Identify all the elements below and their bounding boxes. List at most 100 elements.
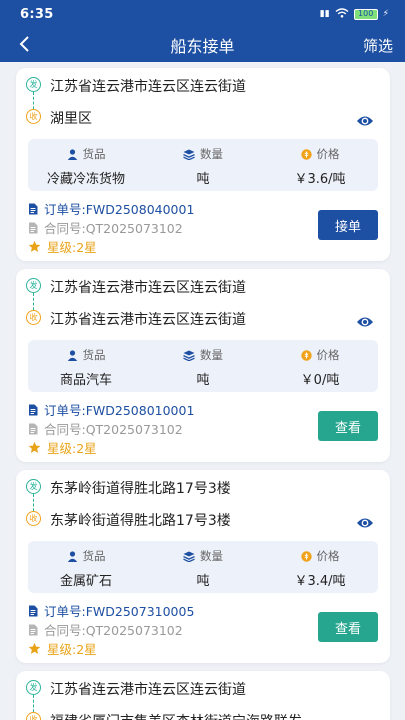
quantity-value: 吨 bbox=[196, 373, 210, 388]
price-column: 价格 ￥0/吨 bbox=[262, 340, 378, 392]
origin-badge: 发 bbox=[26, 680, 41, 695]
destination-address: 福建省厦门市集美区杏林街道宁海路联发 bbox=[50, 711, 302, 720]
origin-address: 江苏省连云港市连云区连云街道 bbox=[50, 682, 246, 698]
nav-bar: 船东接单 筛选 bbox=[0, 28, 405, 62]
goods-label: 货品 bbox=[82, 549, 106, 563]
view-order-button[interactable]: 查看 bbox=[318, 411, 378, 441]
status-time: 6:35 bbox=[20, 6, 54, 22]
cargo-info: 货品 冷藏冷冻货物 数量 吨 价格 ￥3.6/吨 bbox=[28, 139, 378, 191]
back-button[interactable] bbox=[12, 32, 36, 56]
origin-badge: 发 bbox=[26, 77, 41, 92]
price-label: 价格 bbox=[316, 348, 340, 362]
eye-icon[interactable] bbox=[356, 315, 374, 329]
price-value: ￥0/吨 bbox=[300, 373, 340, 388]
destination-badge: 收 bbox=[26, 511, 41, 526]
battery-icon: 100 bbox=[353, 8, 378, 20]
star-icon bbox=[28, 441, 41, 453]
layers-icon bbox=[183, 149, 195, 160]
destination-address: 江苏省连云港市连云区连云街道 bbox=[50, 312, 246, 328]
cargo-info: 货品 金属矿石 数量 吨 价格 ￥3.4/吨 bbox=[28, 541, 378, 593]
goods-label: 货品 bbox=[82, 348, 106, 362]
order-number-row: 订单号:FWD2508010001 bbox=[28, 400, 194, 419]
contract-number: 合同号:QT2025073102 bbox=[44, 221, 183, 236]
person-icon bbox=[67, 148, 77, 160]
signal-icon: ▮▮ bbox=[319, 9, 330, 19]
origin-address: 东茅岭街道得胜北路17号3楼 bbox=[50, 481, 231, 497]
contract-number-row: 合同号:QT2025073102 bbox=[28, 419, 183, 438]
price-column: 价格 ￥3.6/吨 bbox=[262, 139, 378, 191]
document-icon bbox=[29, 203, 38, 214]
view-order-button[interactable]: 查看 bbox=[318, 612, 378, 642]
goods-column: 货品 冷藏冷冻货物 bbox=[28, 139, 144, 191]
contract-number-row: 合同号:QT2025073102 bbox=[28, 218, 183, 237]
price-label: 价格 bbox=[316, 549, 340, 563]
contract-number: 合同号:QT2025073102 bbox=[44, 422, 183, 437]
order-number: 订单号:FWD2508010001 bbox=[44, 403, 195, 418]
price-label: 价格 bbox=[316, 147, 340, 161]
order-card[interactable]: 发 江苏省连云港市连云区连云街道 收 湖里区 货品 冷藏冷冻货物 数量 吨 价格… bbox=[16, 68, 390, 261]
status-indicators: ▮▮ 100 ⚡ bbox=[319, 7, 389, 21]
app-header: 6:35 ▮▮ 100 ⚡ 船东接单 筛选 bbox=[0, 0, 405, 62]
order-list[interactable]: 发 江苏省连云港市连云区连云街道 收 湖里区 货品 冷藏冷冻货物 数量 吨 价格… bbox=[0, 62, 405, 720]
status-bar: 6:35 ▮▮ 100 ⚡ bbox=[0, 0, 405, 28]
filter-button[interactable]: 筛选 bbox=[363, 35, 393, 56]
rating-row: 星级:2星 bbox=[28, 438, 97, 457]
order-card[interactable]: 发 江苏省连云港市连云区连云街道 收 江苏省连云港市连云区连云街道 货品 商品汽… bbox=[16, 269, 390, 462]
quantity-column: 数量 吨 bbox=[145, 139, 261, 191]
quantity-label: 数量 bbox=[200, 549, 223, 563]
destination-address: 东茅岭街道得胜北路17号3楼 bbox=[50, 513, 231, 529]
page-title: 船东接单 bbox=[170, 37, 235, 56]
destination-badge: 收 bbox=[26, 109, 41, 124]
destination-address: 湖里区 bbox=[50, 111, 92, 127]
quantity-value: 吨 bbox=[196, 574, 210, 589]
person-icon bbox=[67, 349, 77, 361]
document-icon bbox=[29, 423, 38, 434]
order-card[interactable]: 发 江苏省连云港市连云区连云街道 收 福建省厦门市集美区杏林街道宁海路联发 bbox=[16, 671, 390, 720]
order-card[interactable]: 发 东茅岭街道得胜北路17号3楼 收 东茅岭街道得胜北路17号3楼 货品 金属矿… bbox=[16, 470, 390, 663]
price-value: ￥3.6/吨 bbox=[294, 172, 346, 187]
quantity-label: 数量 bbox=[200, 147, 223, 161]
goods-label: 货品 bbox=[82, 147, 106, 161]
destination-badge: 收 bbox=[26, 712, 41, 720]
accept-order-button[interactable]: 接单 bbox=[318, 210, 378, 240]
destination-badge: 收 bbox=[26, 310, 41, 325]
quantity-value: 吨 bbox=[196, 172, 210, 187]
quantity-column: 数量 吨 bbox=[145, 541, 261, 593]
origin-address: 江苏省连云港市连云区连云街道 bbox=[50, 280, 246, 296]
order-number-row: 订单号:FWD2507310005 bbox=[28, 601, 194, 620]
origin-address: 江苏省连云港市连云区连云街道 bbox=[50, 79, 246, 95]
coin-icon bbox=[300, 148, 312, 160]
rating-row: 星级:2星 bbox=[28, 639, 97, 658]
document-icon bbox=[29, 624, 38, 635]
layers-icon bbox=[183, 350, 195, 361]
wifi-icon bbox=[335, 7, 349, 21]
goods-value: 金属矿石 bbox=[59, 574, 112, 589]
layers-icon bbox=[183, 551, 195, 562]
origin-badge: 发 bbox=[26, 479, 41, 494]
goods-value: 商品汽车 bbox=[59, 373, 112, 388]
goods-column: 货品 商品汽车 bbox=[28, 340, 144, 392]
star-icon bbox=[28, 240, 41, 252]
document-icon bbox=[29, 605, 38, 616]
rating-text: 星级:2星 bbox=[47, 642, 97, 657]
rating-text: 星级:2星 bbox=[47, 240, 97, 255]
rating-text: 星级:2星 bbox=[47, 441, 97, 456]
eye-icon[interactable] bbox=[356, 516, 374, 530]
contract-number-row: 合同号:QT2025073102 bbox=[28, 620, 183, 639]
coin-icon bbox=[300, 550, 312, 562]
document-icon bbox=[29, 222, 38, 233]
rating-row: 星级:2星 bbox=[28, 237, 97, 256]
quantity-column: 数量 吨 bbox=[145, 340, 261, 392]
goods-value: 冷藏冷冻货物 bbox=[46, 172, 125, 187]
order-number: 订单号:FWD2508040001 bbox=[44, 202, 195, 217]
coin-icon bbox=[300, 349, 312, 361]
order-number-row: 订单号:FWD2508040001 bbox=[28, 199, 194, 218]
goods-column: 货品 金属矿石 bbox=[28, 541, 144, 593]
eye-icon[interactable] bbox=[356, 114, 374, 128]
document-icon bbox=[29, 404, 38, 415]
contract-number: 合同号:QT2025073102 bbox=[44, 623, 183, 638]
order-number: 订单号:FWD2507310005 bbox=[44, 604, 195, 619]
quantity-label: 数量 bbox=[200, 348, 223, 362]
charging-icon: ⚡ bbox=[382, 9, 389, 19]
chevron-left-icon bbox=[19, 36, 29, 52]
